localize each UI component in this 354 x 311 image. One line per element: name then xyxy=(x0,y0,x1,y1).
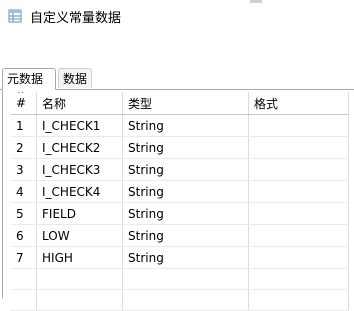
cell-name[interactable]: I_CHECK1 xyxy=(36,114,123,137)
cell-type[interactable]: String xyxy=(122,114,249,137)
cell-empty[interactable] xyxy=(248,268,349,290)
table-row[interactable]: 6 LOW String xyxy=(11,224,349,247)
cell-format[interactable] xyxy=(248,158,349,181)
cell-index: 1 xyxy=(11,114,37,137)
cell-name[interactable]: I_CHECK4 xyxy=(36,180,123,203)
cell-format[interactable] xyxy=(248,180,349,203)
cell-empty xyxy=(11,268,37,290)
cell-index: 2 xyxy=(11,136,37,159)
cell-format[interactable] xyxy=(248,246,349,269)
cell-type[interactable]: String xyxy=(122,246,249,269)
cell-format[interactable] xyxy=(248,202,349,225)
tab-data[interactable]: 数据 xyxy=(58,68,92,88)
cell-type[interactable]: String xyxy=(122,158,249,181)
dialog-title-bar: 自定义常量数据 xyxy=(8,6,121,26)
cell-name[interactable]: I_CHECK3 xyxy=(36,158,123,181)
table-row[interactable]: 3 I_CHECK3 String xyxy=(11,158,349,181)
cell-empty[interactable] xyxy=(36,289,123,311)
metadata-table-panel: ^ # 名称 类型 格式 1 I_CHECK1 String 2 I_CHECK… xyxy=(2,90,354,311)
cell-format[interactable] xyxy=(248,114,349,137)
table-row-empty[interactable] xyxy=(11,289,349,311)
column-header-index[interactable]: ^ # xyxy=(11,92,37,115)
tab-bar: 元数据 数据 xyxy=(0,68,354,90)
cell-empty[interactable] xyxy=(122,268,249,290)
table-header-row: ^ # 名称 类型 格式 xyxy=(11,92,349,115)
table-row[interactable]: 7 HIGH String xyxy=(11,246,349,269)
table-row[interactable]: 2 I_CHECK2 String xyxy=(11,136,349,159)
cell-index: 4 xyxy=(11,180,37,203)
window-edge xyxy=(250,0,262,3)
cell-type[interactable]: String xyxy=(122,202,249,225)
column-header-format[interactable]: 格式 xyxy=(248,92,349,115)
column-header-type[interactable]: 类型 xyxy=(122,92,249,115)
cell-name[interactable]: I_CHECK2 xyxy=(36,136,123,159)
cell-index: 3 xyxy=(11,158,37,181)
cell-empty xyxy=(11,289,37,311)
table-row[interactable]: 5 FIELD String xyxy=(11,202,349,225)
tab-metadata[interactable]: 元数据 xyxy=(2,68,56,90)
cell-index: 5 xyxy=(11,202,37,225)
table-row-empty[interactable] xyxy=(11,268,349,290)
cell-index: 7 xyxy=(11,246,37,269)
cell-type[interactable]: String xyxy=(122,136,249,159)
cell-empty[interactable] xyxy=(248,289,349,311)
table-row[interactable]: 1 I_CHECK1 String xyxy=(11,114,349,137)
table-icon xyxy=(8,9,22,23)
cell-name[interactable]: LOW xyxy=(36,224,123,247)
cell-empty[interactable] xyxy=(122,289,249,311)
dialog-title: 自定义常量数据 xyxy=(30,10,122,26)
metadata-table: ^ # 名称 类型 格式 1 I_CHECK1 String 2 I_CHECK… xyxy=(11,92,349,311)
table-row[interactable]: 4 I_CHECK4 String xyxy=(11,180,349,203)
sort-caret-icon: ^ xyxy=(17,92,25,100)
cell-format[interactable] xyxy=(248,136,349,159)
cell-index: 6 xyxy=(11,224,37,247)
cell-format[interactable] xyxy=(248,224,349,247)
cell-type[interactable]: String xyxy=(122,224,249,247)
cell-name[interactable]: HIGH xyxy=(36,246,123,269)
cell-empty[interactable] xyxy=(36,268,123,290)
cell-type[interactable]: String xyxy=(122,180,249,203)
cell-name[interactable]: FIELD xyxy=(36,202,123,225)
column-header-name[interactable]: 名称 xyxy=(36,92,123,115)
